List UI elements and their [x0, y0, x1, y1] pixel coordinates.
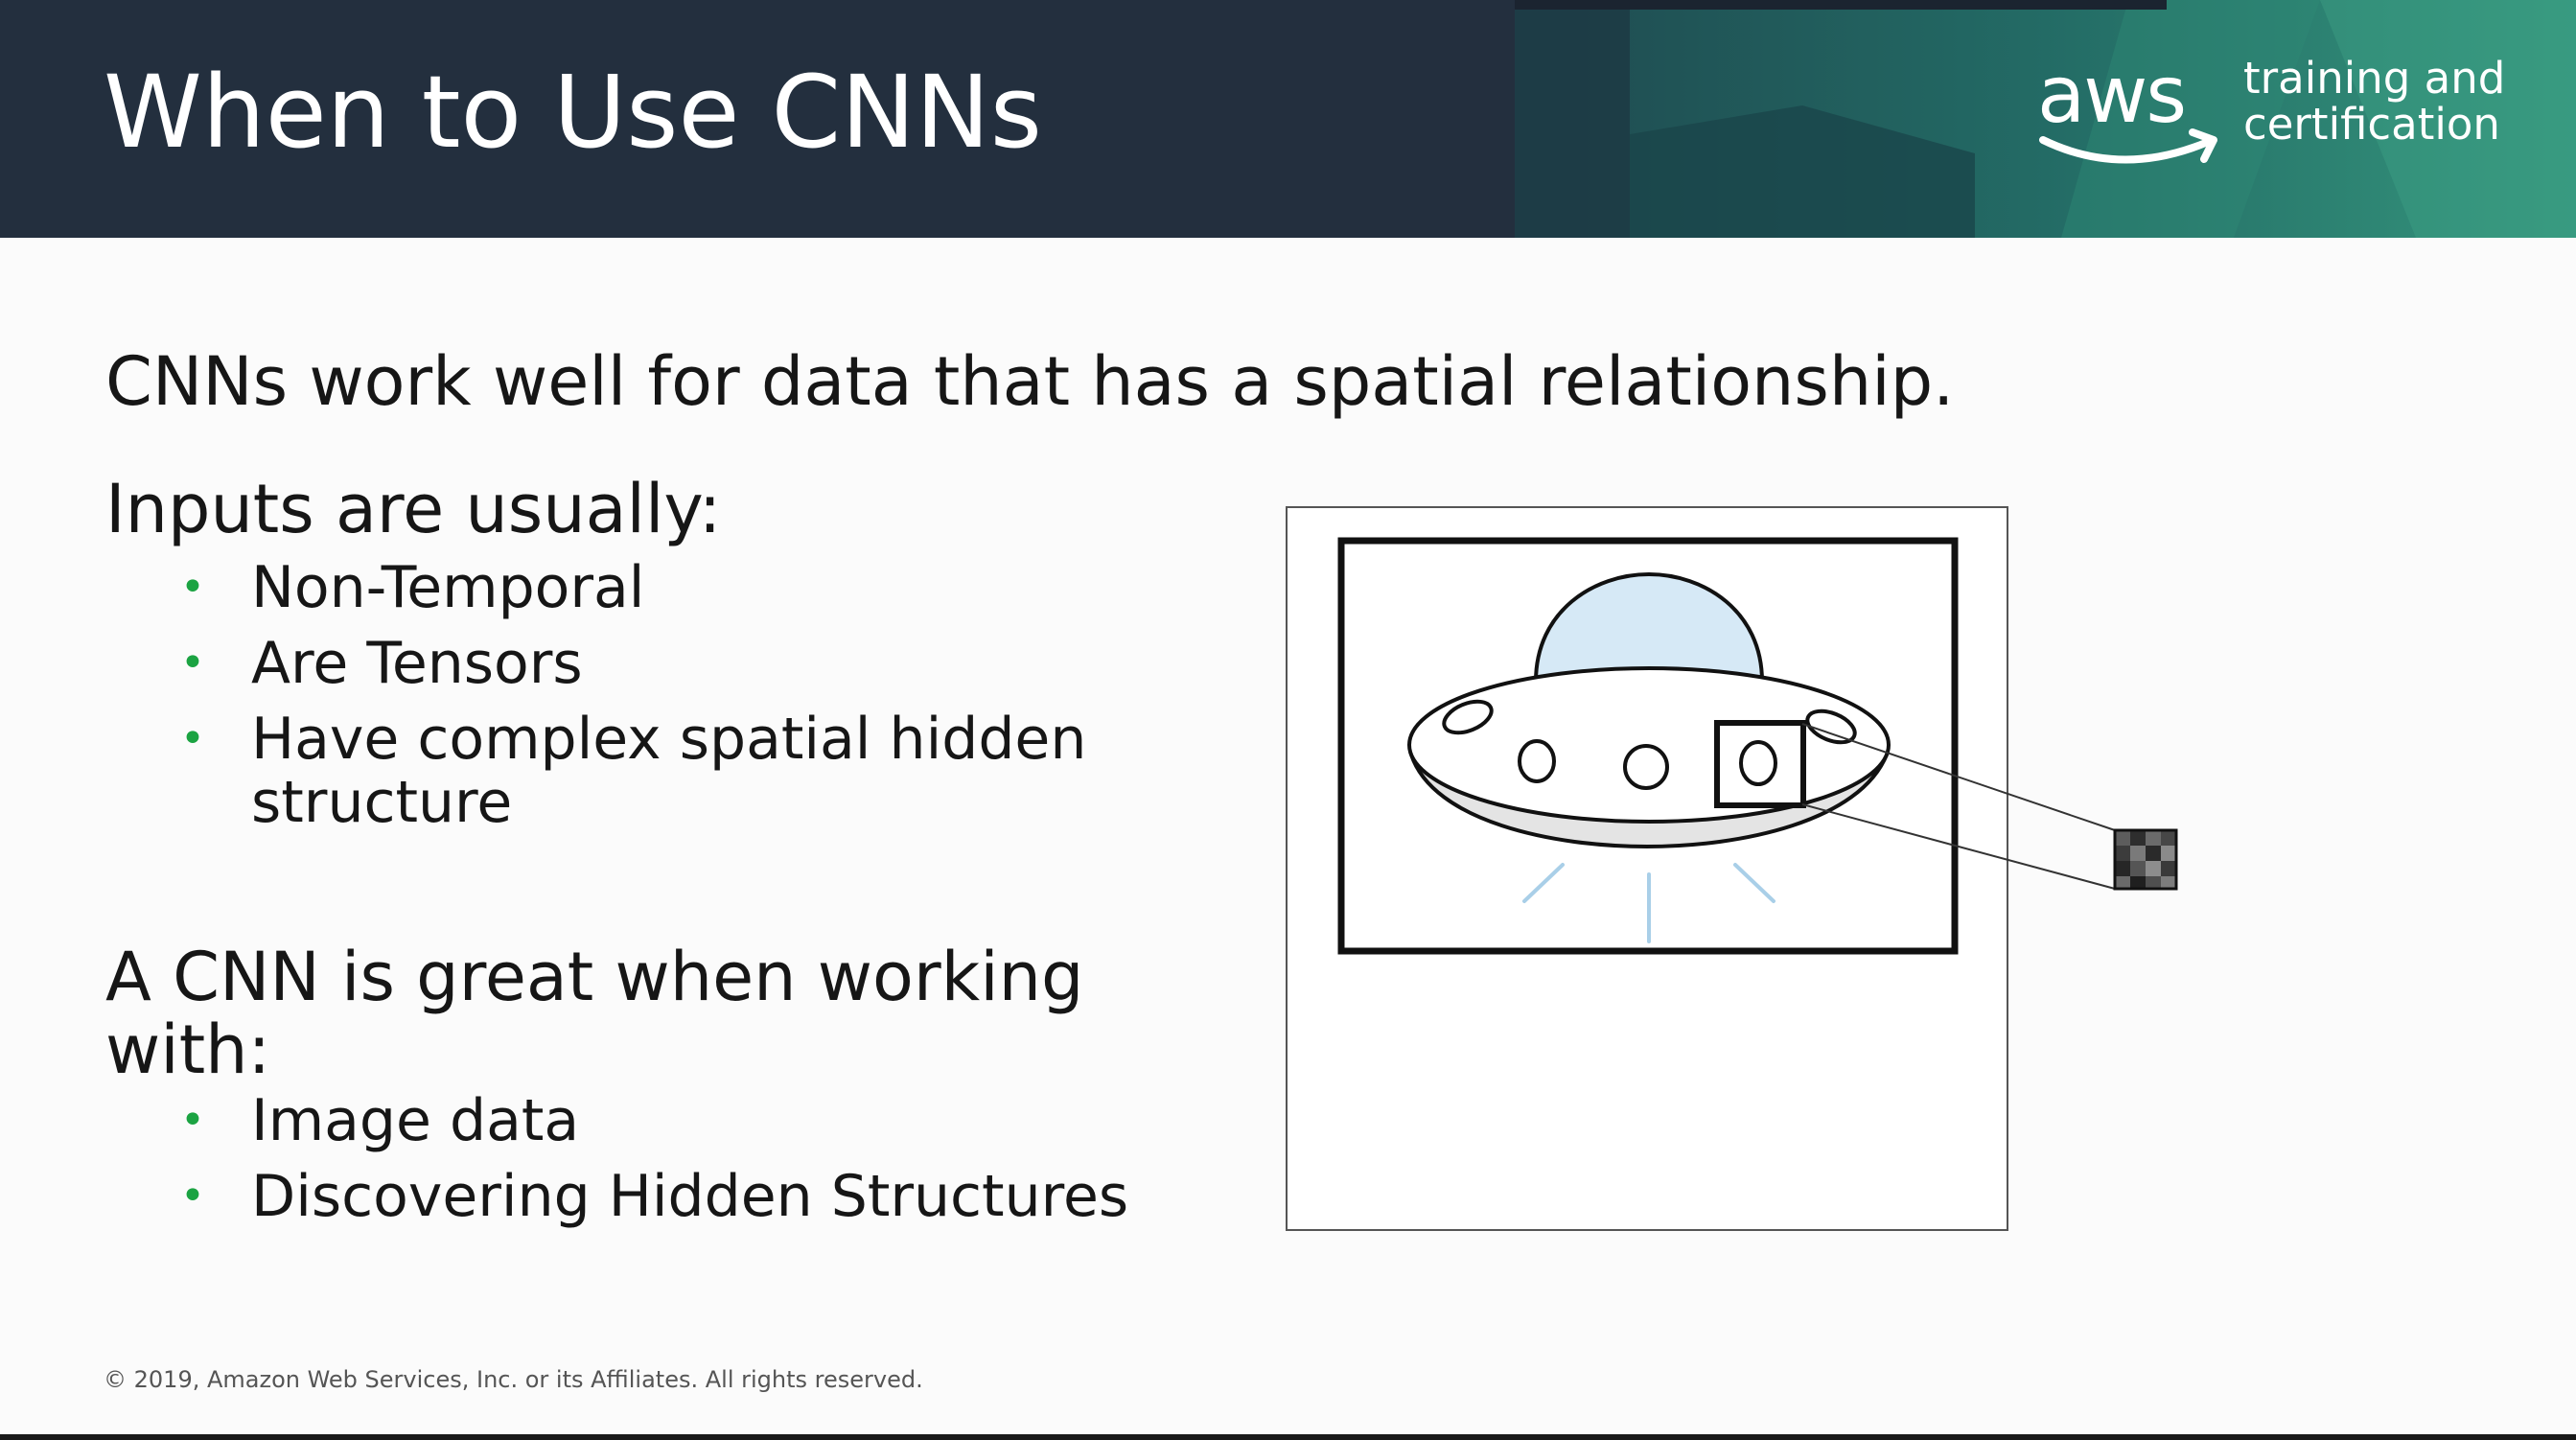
- aws-smile-icon: [2039, 128, 2217, 164]
- section-heading-cnn-use: A CNN is great when working with:: [105, 938, 1084, 1089]
- list-item: • Image data: [180, 1089, 1235, 1152]
- list-item: • Non-Temporal: [180, 556, 1139, 619]
- brand-tagline-line1: training and: [2243, 53, 2506, 104]
- list-item: • Discovering Hidden Structures: [180, 1165, 1235, 1228]
- aws-logo: aws: [2037, 50, 2229, 174]
- bullet-icon: •: [180, 1172, 205, 1220]
- bullet-text: Image data: [251, 1087, 580, 1154]
- slide-header: When to Use CNNs aws training and certif…: [0, 0, 2576, 238]
- use-cases-bullet-list: • Image data • Discovering Hidden Struct…: [180, 1089, 1235, 1241]
- copyright-notice: © 2019, Amazon Web Services, Inc. or its…: [104, 1366, 923, 1393]
- bullet-text: Are Tensors: [251, 630, 583, 697]
- brand-tagline-line2: certification: [2243, 99, 2500, 150]
- slide-content: CNNs work well for data that has a spati…: [0, 238, 2576, 1434]
- page-title: When to Use CNNs: [104, 54, 1042, 171]
- inputs-bullet-list: • Non-Temporal • Are Tensors • Have comp…: [180, 556, 1139, 847]
- bullet-text: Have complex spatial hidden structure: [251, 706, 1087, 836]
- brand-tagline: training and certification: [2243, 56, 2560, 148]
- bullet-icon: •: [180, 714, 205, 763]
- bullet-icon: •: [180, 639, 205, 687]
- section-heading-inputs: Inputs are usually:: [105, 470, 722, 548]
- bullet-icon: •: [180, 563, 205, 612]
- bullet-text: Discovering Hidden Structures: [251, 1163, 1129, 1230]
- bullet-text: Non-Temporal: [251, 554, 645, 621]
- lead-statement: CNNs work well for data that has a spati…: [105, 342, 1955, 421]
- slide: When to Use CNNs aws training and certif…: [0, 0, 2576, 1434]
- cnn-convolution-illustration: [1286, 506, 2178, 1231]
- list-item: • Are Tensors: [180, 632, 1139, 695]
- pixel-patch-icon: [2113, 828, 2178, 891]
- list-item: • Have complex spatial hidden structure: [180, 708, 1139, 834]
- bullet-icon: •: [180, 1096, 205, 1145]
